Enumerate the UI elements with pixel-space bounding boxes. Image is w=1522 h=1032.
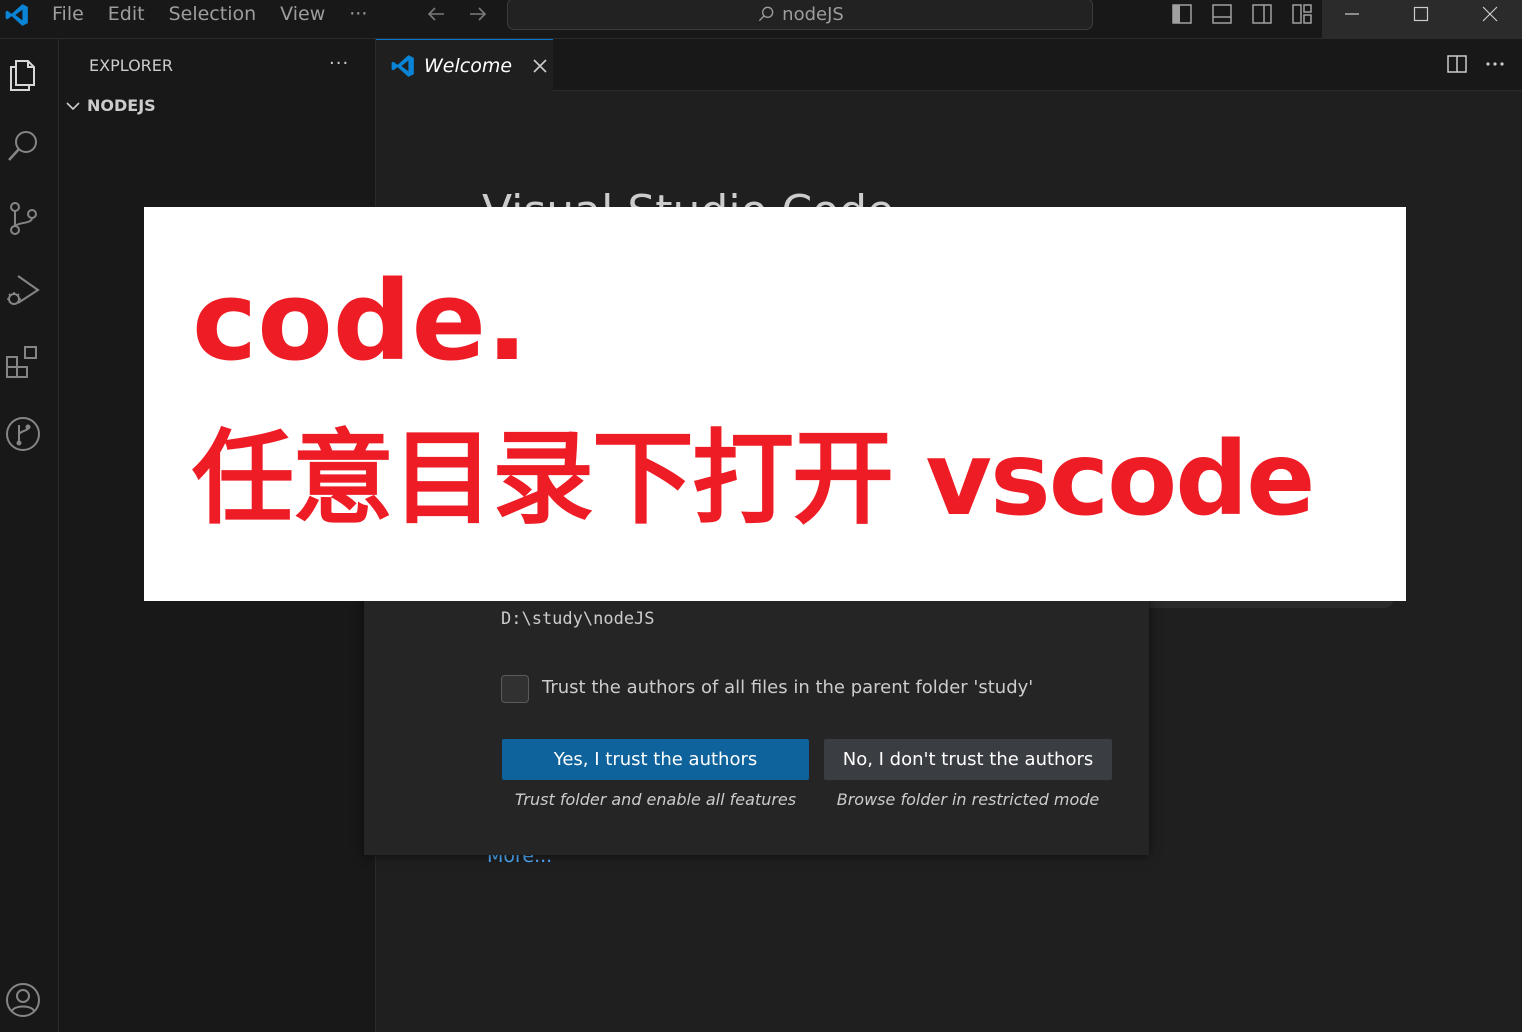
menu-selection[interactable]: Selection	[169, 3, 257, 25]
files-icon	[10, 60, 35, 91]
search-activity[interactable]	[4, 127, 42, 165]
search-icon	[759, 6, 774, 22]
run-debug-activity[interactable]	[4, 271, 42, 309]
command-center-search[interactable]: nodeJS	[507, 0, 1093, 30]
menu-file[interactable]: File	[52, 3, 84, 25]
folder-path: D:\study\nodeJS	[501, 609, 655, 629]
maximize-icon	[1413, 6, 1429, 22]
back-arrow-icon[interactable]	[424, 2, 448, 26]
account-icon	[6, 983, 40, 1017]
trust-parent-checkbox[interactable]	[501, 675, 529, 703]
explorer-more-actions[interactable]: ···	[329, 53, 349, 74]
close-icon[interactable]	[530, 56, 550, 76]
close-window-button[interactable]	[1460, 0, 1520, 28]
trust-no-description: Browse folder in restricted mode	[836, 790, 1100, 809]
folder-nodejs[interactable]: NODEJS	[65, 96, 156, 115]
source-control-icon	[10, 202, 37, 235]
extensions-icon	[6, 346, 37, 378]
git-graph-activity[interactable]	[4, 415, 42, 453]
minimize-icon	[1345, 13, 1359, 15]
trust-no-button[interactable]: No, I don't trust the authors	[824, 739, 1112, 780]
tab-welcome[interactable]: Welcome	[376, 39, 553, 91]
tab-label: Welcome	[424, 54, 513, 77]
menu-view[interactable]: View	[280, 3, 325, 25]
explorer-title: EXPLORER	[89, 56, 173, 75]
extensions-activity[interactable]	[4, 343, 42, 381]
vscode-logo-icon	[391, 54, 414, 77]
close-icon	[1482, 6, 1498, 22]
search-icon	[8, 131, 37, 161]
minimize-button[interactable]	[1322, 0, 1382, 28]
window-controls	[1322, 0, 1522, 38]
accounts-activity[interactable]	[4, 981, 42, 1019]
editor-tab-bar: Welcome	[376, 39, 1522, 91]
customize-layout-icon[interactable]	[1290, 2, 1314, 26]
maximize-button[interactable]	[1391, 0, 1451, 28]
git-graph-icon	[6, 417, 40, 451]
menu-edit[interactable]: Edit	[108, 3, 145, 25]
menu-bar: File Edit Selection View ···	[52, 0, 367, 28]
trust-parent-label[interactable]: Trust the authors of all files in the pa…	[542, 677, 1033, 698]
source-control-activity[interactable]	[4, 199, 42, 237]
folder-label: NODEJS	[87, 96, 156, 115]
run-debug-icon	[7, 275, 40, 305]
activity-bar	[0, 39, 59, 1032]
trust-yes-button[interactable]: Yes, I trust the authors	[502, 739, 809, 780]
forward-arrow-icon[interactable]	[466, 2, 490, 26]
toggle-secondary-sidebar-icon[interactable]	[1250, 2, 1274, 26]
workspace-trust-dialog: D:\study\nodeJS Trust the authors of all…	[364, 560, 1149, 855]
chevron-down-icon	[66, 101, 80, 110]
menu-more[interactable]: ···	[349, 3, 367, 25]
vscode-logo-icon	[5, 4, 28, 26]
title-bar: File Edit Selection View ··· nodeJS	[0, 0, 1522, 39]
toggle-primary-sidebar-icon[interactable]	[1170, 2, 1194, 26]
command-center-label: nodeJS	[782, 3, 844, 25]
banner-line-2: 任意目录下打开 vscode	[192, 420, 1315, 539]
trust-yes-description: Trust folder and enable all features	[514, 790, 797, 809]
more-actions-icon[interactable]	[1484, 53, 1506, 75]
banner-line-1: code.	[192, 257, 528, 385]
explorer-activity[interactable]	[4, 55, 42, 93]
split-editor-icon[interactable]	[1446, 53, 1468, 75]
toggle-panel-icon[interactable]	[1210, 2, 1234, 26]
overlay-banner: code. 任意目录下打开 vscode	[144, 207, 1406, 601]
